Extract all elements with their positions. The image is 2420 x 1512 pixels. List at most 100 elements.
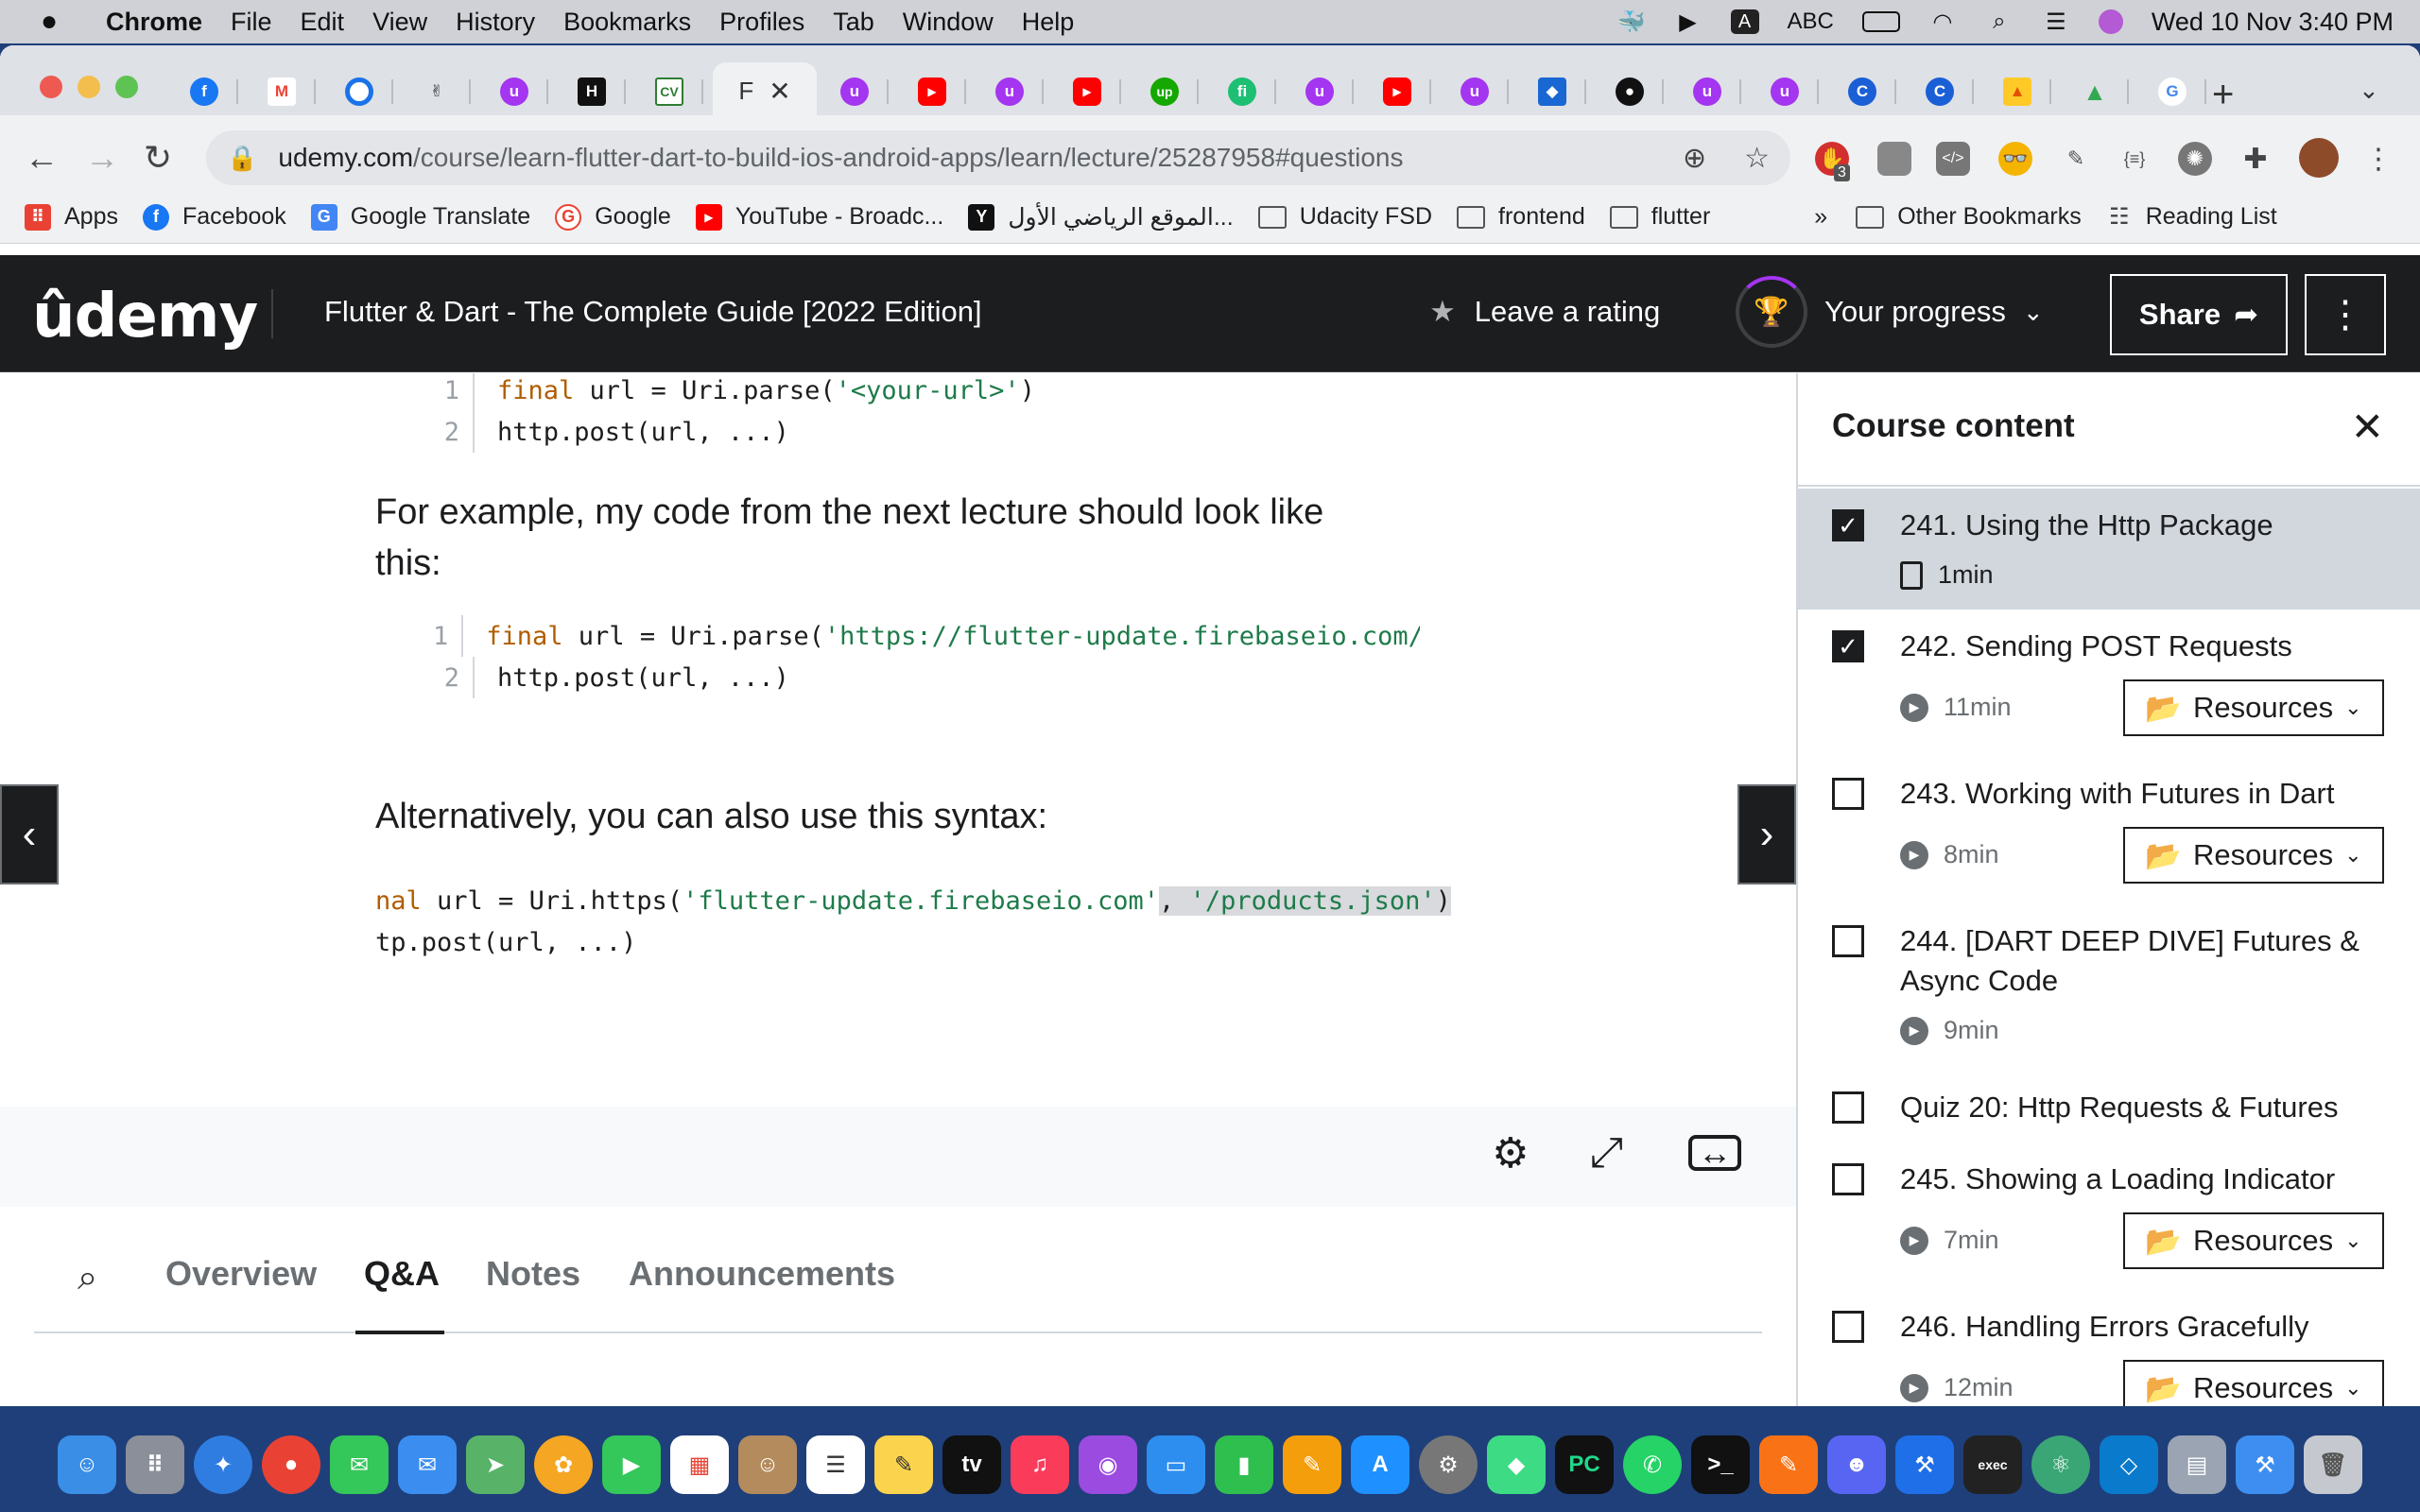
resources-dropdown[interactable]: 📂 Resources ⌄ [2123,1212,2384,1269]
pages-icon[interactable]: ✎ [1283,1435,1341,1494]
back-button[interactable]: ← [25,138,59,178]
battery-icon[interactable] [1861,11,1900,32]
completion-checkbox[interactable] [1832,1163,1864,1195]
tab-udemy-7[interactable]: u [1751,70,1819,113]
siri-icon[interactable] [2098,9,2123,34]
whatsapp-icon[interactable]: ✆ [1623,1435,1682,1494]
photos-icon[interactable]: ✿ [534,1435,593,1494]
menu-help[interactable]: Help [1022,8,1075,37]
tab-udemy-6[interactable]: u [1673,70,1741,113]
completion-checkbox[interactable] [1832,1091,1864,1124]
tab-facebook[interactable]: f [170,70,238,113]
menu-tab[interactable]: Tab [833,8,874,37]
system-preferences-icon[interactable]: ⚙ [1419,1435,1478,1494]
wifi-icon[interactable]: ◠ [1928,9,1957,35]
tab-c-2[interactable]: C [1906,70,1974,113]
input-source-label[interactable]: ABC [1788,9,1834,35]
completed-checkbox[interactable]: ✓ [1832,630,1864,662]
menu-view[interactable]: View [372,8,427,37]
course-title[interactable]: Flutter & Dart - The Complete Guide [202… [324,295,982,329]
android-studio-icon[interactable]: ◆ [1487,1435,1546,1494]
xcode-2-icon[interactable]: ⚒ [2236,1435,2294,1494]
glasses-extension-icon[interactable]: 👓 [1998,142,2032,176]
tab-github[interactable]: ● [1596,70,1664,113]
curriculum-item[interactable]: 244. [DART DEEP DIVE] Futures & Async Co… [1798,904,2420,1071]
keynote-icon[interactable]: ▭ [1147,1435,1205,1494]
resources-dropdown[interactable]: 📂 Resources ⌄ [2123,1360,2384,1406]
chrome-menu-icon[interactable]: ⋮ [2361,142,2395,176]
tab-drive[interactable]: ▲ [2061,70,2129,113]
play-circle-icon[interactable]: ▶ [1674,9,1703,35]
close-window-button[interactable] [40,76,62,98]
menu-profiles[interactable]: Profiles [719,8,804,37]
curriculum-item[interactable]: 243. Working with Futures in Dart ▶ 8min … [1798,757,2420,904]
tab-udemy-2[interactable]: u [821,70,889,113]
progress-button[interactable]: 🏆 Your progress ⌄ [1736,276,2044,348]
tab-youtube-2[interactable]: ▶ [1053,70,1121,113]
chrome-icon[interactable]: ● [262,1435,320,1494]
bookmark-folder-frontend[interactable]: frontend [1457,203,1585,231]
fullscreen-expand-icon[interactable]: ⤢ [1590,1129,1623,1177]
preview-icon[interactable]: ▤ [2168,1435,2226,1494]
completion-checkbox[interactable] [1832,1311,1864,1343]
numbers-icon[interactable]: ▮ [1215,1435,1273,1494]
menu-window[interactable]: Window [903,8,994,37]
terminal-icon[interactable]: >_ [1691,1435,1750,1494]
tab-udemy-4[interactable]: u [1286,70,1354,113]
exec-terminal-icon[interactable]: exec [1963,1435,2022,1494]
profile-avatar[interactable] [2299,138,2339,178]
tab-cv[interactable]: CV [635,70,703,113]
control-center-icon[interactable]: ☰ [2042,9,2070,35]
apple-tv-icon[interactable]: tv [942,1435,1001,1494]
tab-google[interactable]: G [2138,70,2206,113]
curriculum-item[interactable]: 245. Showing a Loading Indicator ▶ 7min 📂… [1798,1143,2420,1290]
notes-icon[interactable]: ✎ [874,1435,933,1494]
calendar-icon[interactable]: ▦ [670,1435,729,1494]
resources-dropdown[interactable]: 📂 Resources ⌄ [2123,827,2384,884]
tab-dartpad[interactable]: ◆ [1518,70,1586,113]
tab-gmail[interactable]: M [248,70,316,113]
curriculum-item[interactable]: ✓ 242. Sending POST Requests ▶ 11min 📂 Res… [1798,610,2420,757]
lock-icon[interactable]: 🔒 [227,144,257,173]
more-options-button[interactable]: ⋮ [2305,274,2386,355]
menu-bookmarks[interactable]: Bookmarks [563,8,691,37]
tab-search-chevron-icon[interactable]: ⌄ [2359,76,2379,105]
menu-file[interactable]: File [231,8,272,37]
reload-button[interactable]: ↻ [144,138,172,178]
new-tab-button[interactable]: + [2212,74,2234,116]
udemy-logo[interactable]: ûdemy [32,282,258,352]
pen-app-icon[interactable]: ✎ [1759,1435,1818,1494]
facetime-icon[interactable]: ▶ [602,1435,661,1494]
xcode-icon[interactable]: ⚒ [1895,1435,1954,1494]
tab-hackernoon[interactable]: H [558,70,626,113]
reading-list-button[interactable]: ☷ Reading List [2106,203,2277,231]
pen-extension-icon[interactable]: ✎ [2059,142,2093,176]
bookmark-yallakora[interactable]: Y الموقع الرياضي الأول... [968,203,1234,232]
bookmark-star-icon[interactable]: ☆ [1744,142,1770,175]
tab-udemy-1[interactable]: u [480,70,548,113]
minimize-window-button[interactable] [78,76,100,98]
menu-app-name[interactable]: Chrome [106,8,202,37]
bookmark-facebook[interactable]: f Facebook [142,203,286,231]
reminders-icon[interactable]: ☰ [806,1435,865,1494]
curriculum-item[interactable]: 246. Handling Errors Gracefully ▶ 12min 📂… [1798,1290,2420,1406]
share-button[interactable]: Share ➦ [2110,274,2288,355]
code-extension-icon[interactable]: </> [1936,142,1970,176]
bookmark-folder-flutter[interactable]: flutter [1609,203,1710,231]
bookmark-apps[interactable]: ⠿ Apps [25,203,118,231]
zoom-window-button[interactable] [115,76,138,98]
finder-icon[interactable]: ☺ [58,1435,116,1494]
resources-dropdown[interactable]: 📂 Resources ⌄ [2123,679,2384,736]
tab-peace[interactable]: ✌ [403,70,471,113]
music-icon[interactable]: ♫ [1011,1435,1069,1494]
vscode-icon[interactable]: ◇ [2100,1435,2158,1494]
leave-rating-button[interactable]: ★ Leave a rating [1429,295,1660,329]
messages-icon[interactable]: ✉ [330,1435,389,1494]
close-tab-icon[interactable]: ✕ [769,76,790,107]
completed-checkbox[interactable]: ✓ [1832,509,1864,541]
settings-gear-icon[interactable]: ⚙ [1492,1129,1529,1177]
previous-lecture-button[interactable]: ‹ [0,784,59,885]
curriculum-item[interactable]: Quiz 20: Http Requests & Futures [1798,1071,2420,1143]
pycharm-icon[interactable]: PC [1555,1435,1614,1494]
tab-notes[interactable]: Notes [486,1254,580,1294]
